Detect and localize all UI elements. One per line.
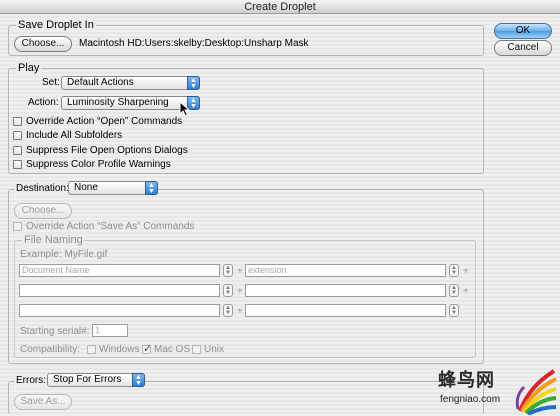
plus-icon: +	[463, 266, 469, 277]
suppress-open-dialogs-checkbox[interactable]	[13, 146, 22, 155]
errors-popup[interactable]: Stop For Errors ▲ ▼	[47, 373, 145, 387]
file-naming-field-2-left[interactable]	[19, 284, 220, 297]
play-legend: Play	[16, 62, 42, 74]
action-label: Action:	[28, 97, 59, 108]
watermark-cn-text: 蜂鸟网	[438, 370, 495, 391]
suppress-profile-warnings-label: Suppress Color Profile Warnings	[26, 159, 171, 170]
override-save-as-checkbox[interactable]	[13, 222, 22, 231]
window-title-bar[interactable]: Create Droplet	[0, 0, 560, 14]
plus-icon: +	[237, 306, 243, 317]
file-naming-field-1-right-stepper[interactable]: ▲ ▼	[449, 264, 459, 277]
plus-icon: +	[463, 286, 469, 297]
errors-save-as-button[interactable]: Save As...	[14, 394, 72, 410]
popup-arrows-icon: ▲ ▼	[187, 76, 200, 90]
file-naming-field-2-left-stepper[interactable]: ▲ ▼	[223, 284, 233, 297]
compat-unix-checkbox[interactable]	[192, 345, 201, 354]
popup-arrows-icon: ▲ ▼	[145, 181, 158, 195]
include-subfolders-label: Include All Subfolders	[26, 130, 123, 141]
set-popup[interactable]: Default Actions ▲ ▼	[61, 76, 200, 90]
file-naming-field-3-right[interactable]	[245, 304, 446, 317]
compatibility-label: Compatibility:	[20, 344, 81, 355]
compat-windows-checkbox[interactable]	[87, 345, 96, 354]
compat-windows-label: Windows	[99, 344, 140, 355]
suppress-profile-warnings-checkbox[interactable]	[13, 160, 22, 169]
starting-serial-label: Starting serial#:	[20, 326, 90, 337]
errors-value: Stop For Errors	[53, 374, 122, 385]
file-naming-field-1-left-stepper[interactable]: ▲ ▼	[223, 264, 233, 277]
action-value: Luminosity Sharpening	[67, 97, 169, 108]
popup-arrows-icon: ▲ ▼	[132, 373, 145, 387]
ok-button[interactable]: OK	[494, 23, 552, 39]
cancel-button[interactable]: Cancel	[494, 40, 552, 56]
include-subfolders-checkbox[interactable]	[13, 131, 22, 140]
file-naming-field-3-left[interactable]	[19, 304, 220, 317]
override-open-checkbox[interactable]	[13, 117, 22, 126]
file-naming-field-3-right-stepper[interactable]: ▲ ▼	[449, 304, 459, 317]
file-naming-field-3-left-stepper[interactable]: ▲ ▼	[223, 304, 233, 317]
suppress-open-dialogs-label: Suppress File Open Options Dialogs	[26, 145, 188, 156]
errors-label: Errors:	[14, 375, 48, 387]
file-naming-field-1-left[interactable]: Document Name	[19, 264, 220, 277]
set-value: Default Actions	[67, 77, 134, 88]
fengniao-watermark: 蜂鸟网 fengniao.com	[436, 365, 560, 416]
watermark-url-text: fengniao.com	[440, 394, 501, 405]
file-naming-example: Example: MyFile.gif	[20, 249, 108, 260]
set-label: Set:	[42, 77, 60, 88]
compat-macos-checkbox[interactable]: ✓	[142, 343, 153, 355]
file-naming-field-1-right[interactable]: extension	[245, 264, 446, 277]
bird-logo-icon	[515, 369, 557, 415]
plus-icon: +	[237, 266, 243, 277]
compat-unix-label: Unix	[204, 344, 225, 355]
plus-icon: +	[237, 286, 243, 297]
destination-label: Destination:	[14, 183, 71, 195]
compat-macos-label: Mac OS	[154, 344, 191, 355]
save-droplet-choose-button[interactable]: Choose...	[14, 36, 72, 52]
droplet-path: Macintosh HD:Users:skelby:Desktop:Unshar…	[79, 38, 309, 49]
checkmark-icon: ✓	[143, 343, 153, 355]
starting-serial-field[interactable]: 1	[92, 324, 128, 337]
override-save-as-label: Override Action “Save As” Commands	[26, 221, 195, 232]
destination-value: None	[74, 182, 98, 193]
window-title: Create Droplet	[244, 1, 316, 13]
file-naming-field-2-right[interactable]	[245, 284, 446, 297]
destination-choose-button[interactable]: Choose...	[14, 203, 72, 219]
mouse-cursor-icon	[179, 101, 191, 117]
file-naming-legend: File Naming	[22, 234, 85, 246]
destination-popup[interactable]: None ▲ ▼	[68, 181, 158, 195]
override-open-label: Override Action “Open” Commands	[26, 116, 183, 127]
save-droplet-legend: Save Droplet In	[16, 19, 96, 31]
file-naming-field-2-right-stepper[interactable]: ▲ ▼	[449, 284, 459, 297]
